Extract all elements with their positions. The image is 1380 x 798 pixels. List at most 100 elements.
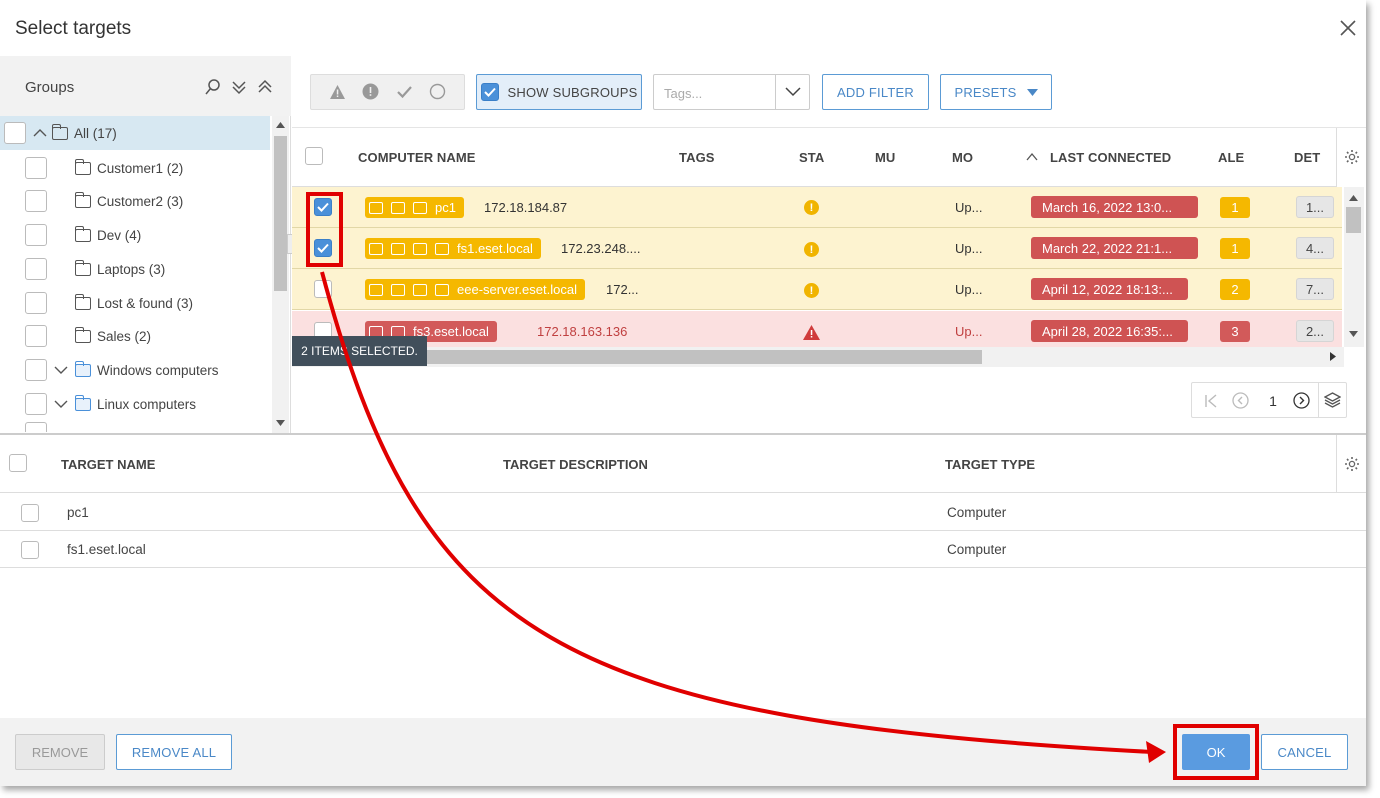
scroll-thumb[interactable] (1346, 207, 1361, 233)
gear-icon[interactable] (1344, 456, 1360, 472)
tree-checkbox[interactable] (25, 292, 47, 314)
col-modules[interactable]: MO (952, 150, 973, 165)
first-page-icon[interactable] (1204, 394, 1218, 408)
tree-item-customer1[interactable]: Customer1 (2) (0, 151, 270, 185)
cancel-button[interactable]: CANCEL (1261, 734, 1348, 770)
add-filter-button[interactable]: ADD FILTER (822, 74, 929, 110)
computer-name-pill[interactable]: fs1.eset.local (365, 238, 541, 259)
annotation-checkbox-highlight (306, 192, 343, 267)
gear-icon[interactable] (1344, 149, 1360, 165)
row-checkbox[interactable] (21, 504, 39, 522)
scroll-thumb[interactable] (274, 136, 287, 291)
detections-badge[interactable]: 2... (1296, 320, 1334, 342)
groups-scrollbar[interactable] (272, 116, 289, 434)
tree-item-dev[interactable]: Dev (4) (0, 218, 270, 252)
chevron-down-icon[interactable] (53, 363, 69, 377)
detections-badge[interactable]: 4... (1296, 237, 1334, 259)
tree-checkbox[interactable] (25, 359, 47, 381)
search-icon[interactable] (204, 78, 222, 96)
detections-badge[interactable]: 7... (1296, 278, 1334, 300)
tree-checkbox[interactable] (25, 325, 47, 347)
computer-name-pill[interactable]: eee-server.eset.local (365, 279, 585, 300)
alert-filter-icon[interactable] (362, 83, 379, 100)
table-row[interactable]: fs1.eset.local 172.23.248.... ! Up... Ma… (292, 228, 1342, 269)
alerts-badge[interactable]: 1 (1220, 238, 1250, 259)
col-target-description[interactable]: TARGET DESCRIPTION (503, 457, 648, 472)
targets-settings-cell (1336, 435, 1366, 493)
col-last-connected[interactable]: LAST CONNECTED (1050, 150, 1171, 165)
computer-ip: 172... (606, 282, 639, 297)
ok-filter-icon[interactable] (396, 84, 413, 99)
warning-filter-icon[interactable] (329, 84, 346, 100)
col-alerts[interactable]: ALE (1218, 150, 1244, 165)
next-page-icon[interactable] (1293, 392, 1310, 409)
layers-icon[interactable] (1324, 392, 1341, 408)
col-tags[interactable]: TAGS (679, 150, 715, 165)
expand-all-icon[interactable] (230, 78, 248, 96)
table-row[interactable]: pc1 172.18.184.87 ! Up... March 16, 2022… (292, 187, 1342, 228)
table-horizontal-scrollbar[interactable] (292, 347, 1344, 367)
col-target-type[interactable]: TARGET TYPE (945, 457, 1035, 472)
tree-item-customer2[interactable]: Customer2 (3) (0, 184, 270, 218)
tree-checkbox[interactable] (25, 258, 47, 280)
scroll-up-icon[interactable] (276, 122, 285, 128)
tree-item-windows-computers[interactable]: Windows computers (0, 353, 270, 387)
sort-ascending-icon[interactable] (1026, 153, 1038, 161)
col-status[interactable]: STA (799, 150, 824, 165)
close-icon[interactable] (1338, 18, 1358, 38)
col-computer-name[interactable]: COMPUTER NAME (358, 150, 476, 165)
alerts-badge[interactable]: 2 (1220, 279, 1250, 300)
computer-name: pc1 (435, 200, 456, 215)
tree-checkbox[interactable] (25, 224, 47, 246)
scroll-thumb[interactable] (392, 350, 982, 364)
unknown-filter-icon[interactable] (429, 83, 446, 100)
tree-checkbox[interactable] (25, 157, 47, 179)
chevron-up-icon[interactable] (32, 126, 48, 140)
scroll-down-icon[interactable] (1349, 331, 1358, 337)
table-row[interactable]: fs3.eset.local 172.18.163.136 Up... Apri… (292, 311, 1342, 347)
alerts-badge[interactable]: 1 (1220, 197, 1250, 218)
table-row[interactable]: pc1 Computer (0, 494, 1366, 531)
scroll-right-icon[interactable] (1330, 352, 1336, 361)
scroll-down-icon[interactable] (276, 420, 285, 426)
tree-item-sales[interactable]: Sales (2) (0, 319, 270, 353)
modules-status: Up... (955, 282, 983, 297)
remove-button[interactable]: REMOVE (15, 734, 105, 770)
target-name: pc1 (67, 505, 89, 520)
remove-all-button[interactable]: REMOVE ALL (116, 734, 232, 770)
tree-item-lost-found[interactable]: Lost & found (3) (0, 286, 270, 320)
target-type: Computer (947, 542, 1007, 557)
targets-select-all-checkbox[interactable] (9, 454, 27, 472)
select-all-checkbox[interactable] (305, 147, 323, 165)
last-connected-badge: March 22, 2022 21:1... (1031, 237, 1198, 259)
tree-checkbox[interactable] (25, 393, 47, 415)
tree-item-all[interactable]: All (17) (0, 116, 270, 150)
tree-checkbox[interactable] (4, 122, 26, 144)
alerts-badge[interactable]: 3 (1220, 321, 1250, 342)
tree-item-label: Dev (4) (97, 227, 142, 243)
tags-select[interactable]: Tags... (653, 74, 810, 110)
row-checkbox[interactable] (314, 280, 332, 298)
tags-dropdown-button[interactable] (775, 75, 810, 109)
table-vertical-scrollbar[interactable] (1344, 187, 1364, 347)
row-checkbox[interactable] (21, 541, 39, 559)
table-row[interactable]: eee-server.eset.local 172... ! Up... Apr… (292, 269, 1342, 310)
scroll-up-icon[interactable] (1349, 195, 1358, 201)
col-muted[interactable]: MU (875, 150, 895, 165)
detections-badge[interactable]: 1... (1296, 196, 1334, 218)
tree-checkbox[interactable] (25, 190, 47, 212)
show-subgroups-toggle[interactable]: SHOW SUBGROUPS (476, 74, 642, 110)
tree-item-linux-computers[interactable]: Linux computers (0, 387, 270, 421)
previous-page-icon[interactable] (1232, 392, 1249, 409)
chevron-down-icon[interactable] (53, 397, 69, 411)
col-detections[interactable]: DET (1294, 150, 1320, 165)
collapse-all-icon[interactable] (256, 78, 274, 96)
tree-item-laptops[interactable]: Laptops (3) (0, 252, 270, 286)
col-target-name[interactable]: TARGET NAME (61, 457, 155, 472)
pager-divider (1318, 383, 1319, 417)
table-row[interactable]: fs1.eset.local Computer (0, 531, 1366, 568)
computer-ip: 172.18.184.87 (484, 200, 568, 215)
presets-button[interactable]: PRESETS (940, 74, 1052, 110)
computer-ip: 172.23.248.... (561, 241, 641, 256)
computer-name-pill[interactable]: pc1 (365, 197, 464, 218)
